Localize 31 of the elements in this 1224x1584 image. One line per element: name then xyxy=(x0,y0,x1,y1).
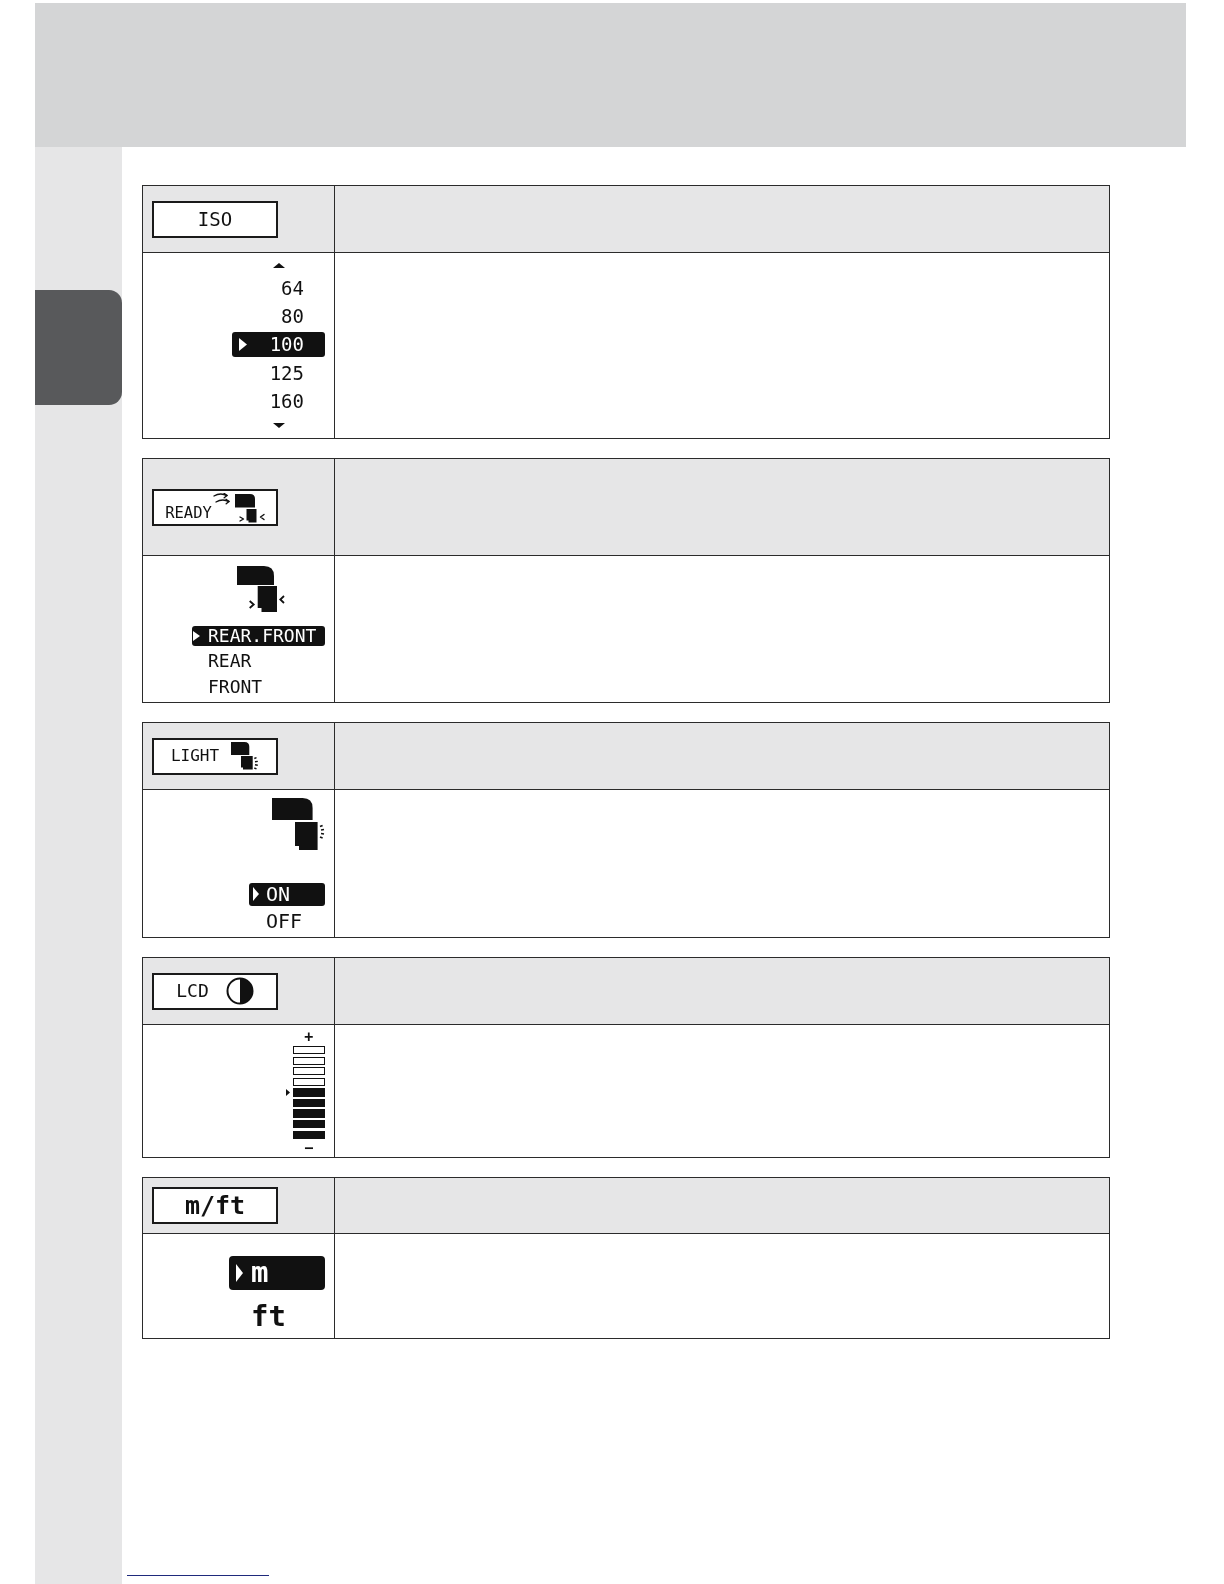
flash-rays-icon xyxy=(231,742,260,770)
flash-arrows-icon xyxy=(212,492,265,523)
menu-option: m xyxy=(251,1258,269,1288)
display-label: LCD xyxy=(176,982,209,1000)
menu-option: ON xyxy=(266,884,291,905)
menu-option: 100 xyxy=(269,335,304,355)
menu-option: FRONT xyxy=(208,677,263,696)
menu-option: 80 xyxy=(281,307,304,327)
pointer-icon xyxy=(193,631,200,641)
display-label: ISO xyxy=(197,209,233,229)
contrast-icon xyxy=(225,976,254,1006)
display-label: m/ft xyxy=(184,1193,246,1218)
menu-option: OFF xyxy=(266,911,303,932)
display-label: READY xyxy=(165,506,212,524)
down-arrow-icon xyxy=(272,423,285,429)
pointer-icon xyxy=(285,1088,290,1096)
pointer-icon xyxy=(239,338,247,352)
display-label: LIGHT xyxy=(170,748,220,764)
flash-unit-icon xyxy=(237,566,285,612)
flash-unit-rays-icon xyxy=(272,798,325,850)
menu-option: 64 xyxy=(281,279,304,298)
menu-option: REAR.FRONT xyxy=(208,627,317,645)
menu-option: 160 xyxy=(269,391,304,411)
pointer-icon xyxy=(253,887,259,902)
minus-sign: − xyxy=(304,1138,314,1157)
up-arrow-icon xyxy=(272,263,285,268)
menu-option: ft xyxy=(251,1302,286,1332)
pointer-icon xyxy=(236,1263,243,1282)
plus-sign: + xyxy=(304,1028,314,1046)
menu-option: 125 xyxy=(269,363,304,383)
menu-option: REAR xyxy=(208,652,252,671)
